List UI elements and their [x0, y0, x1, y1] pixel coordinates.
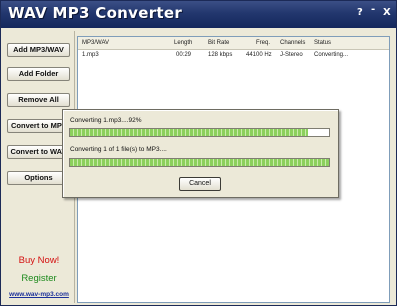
column-header-status[interactable]: Status: [314, 38, 331, 48]
file-progress-fill: [70, 129, 309, 136]
website-link[interactable]: www.wav-mp3.com: [4, 291, 74, 298]
window-title: WAV MP3 Converter: [8, 4, 183, 22]
minimize-button[interactable]: -: [371, 4, 375, 16]
convert-to-mp3-button[interactable]: Convert to MP3: [7, 119, 70, 133]
cell-bitrate: 128 kbps: [208, 52, 233, 58]
add-folder-button[interactable]: Add Folder: [7, 67, 70, 81]
column-header-length[interactable]: Length: [174, 38, 192, 48]
cell-length: 00:29: [176, 52, 192, 58]
convert-to-wav-button[interactable]: Convert to WAV: [7, 145, 70, 159]
total-progress-bar: [69, 158, 330, 167]
total-progress-fill: [70, 159, 329, 166]
add-mp3-wav-button[interactable]: Add MP3/WAV: [7, 43, 70, 57]
progress-dialog: Converting 1.mp3....92% Converting 1 of …: [62, 109, 339, 198]
remove-all-button[interactable]: Remove All: [7, 93, 70, 107]
table-row[interactable]: 1.mp3 00:29 128 kbps 44100 Hz J-Stereo C…: [78, 49, 389, 60]
total-progress-label: Converting 1 of 1 file(s) to MP3....: [70, 146, 167, 153]
column-header-file[interactable]: MP3/WAV: [82, 38, 109, 48]
close-button[interactable]: X: [383, 7, 391, 19]
column-header-bitrate[interactable]: Bit Rate: [208, 38, 229, 48]
column-header-channels[interactable]: Channels: [280, 38, 305, 48]
cell-freq: 44100 Hz: [246, 52, 272, 58]
main-window: WAV MP3 Converter ? - X Add MP3/WAV Add …: [0, 0, 397, 306]
register-link[interactable]: Register: [4, 273, 74, 284]
cancel-button[interactable]: Cancel: [179, 177, 221, 191]
file-progress-label: Converting 1.mp3....92%: [70, 117, 142, 124]
help-button[interactable]: ?: [357, 7, 363, 19]
buy-now-link[interactable]: Buy Now!: [4, 255, 74, 266]
cell-file: 1.mp3: [82, 52, 99, 58]
cell-status: Converting...: [314, 52, 349, 58]
file-progress-bar: [69, 128, 330, 137]
options-button[interactable]: Options: [7, 171, 70, 185]
title-bar[interactable]: WAV MP3 Converter ? - X: [1, 1, 396, 28]
column-header-freq[interactable]: Freq.: [256, 38, 270, 48]
cell-channels: J-Stereo: [280, 52, 303, 58]
